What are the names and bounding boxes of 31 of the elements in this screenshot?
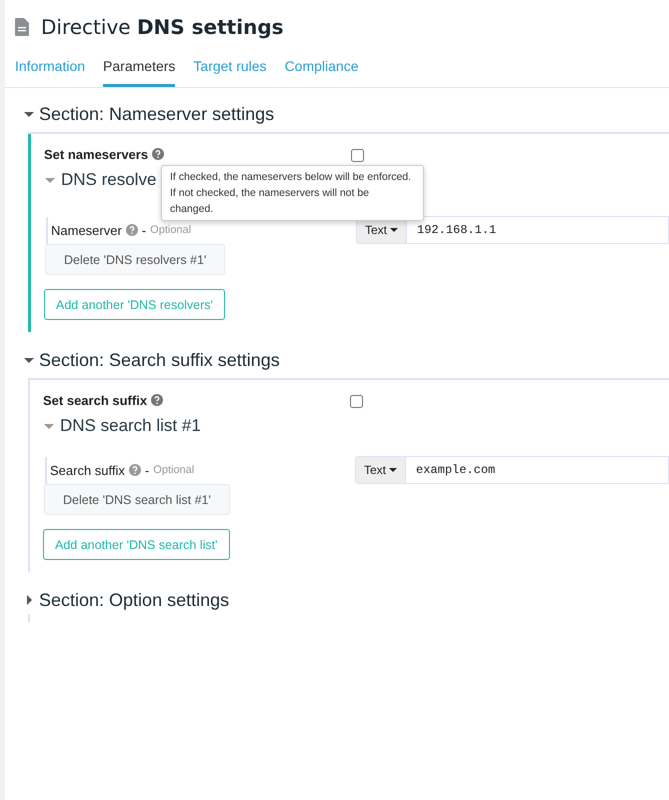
input-field[interactable]: example.com xyxy=(406,456,669,484)
field-label: Nameserver xyxy=(51,222,122,238)
field-label: Search suffix xyxy=(50,462,125,478)
document-icon xyxy=(15,18,29,36)
caret-down-icon[interactable] xyxy=(24,109,34,119)
caret-down-icon[interactable] xyxy=(24,355,34,365)
section-title[interactable]: Section: Search suffix settings xyxy=(39,350,280,370)
field-label: Set search suffix xyxy=(43,392,148,408)
help-icon[interactable] xyxy=(152,148,164,160)
caret-right-icon[interactable] xyxy=(24,595,34,605)
delete-button[interactable]: Delete 'DNS search list #1' xyxy=(44,484,230,515)
page-title: Directive DNS settings xyxy=(41,15,284,39)
delete-button[interactable]: Delete 'DNS resolvers #1' xyxy=(45,244,226,275)
section-title[interactable]: Section: Nameserver settings xyxy=(39,104,274,124)
type-dropdown[interactable]: Text xyxy=(355,456,406,484)
separator: - xyxy=(142,222,146,238)
group-title[interactable]: DNS resolve xyxy=(61,170,156,190)
checkbox[interactable] xyxy=(350,395,363,408)
checkbox[interactable] xyxy=(351,149,364,162)
optional-hint: Optional xyxy=(153,464,194,476)
section-title[interactable]: Section: Option settings xyxy=(39,590,230,610)
optional-hint: Optional xyxy=(150,224,192,236)
help-icon[interactable] xyxy=(126,224,138,236)
help-icon[interactable] xyxy=(128,464,141,476)
tab[interactable]: Parameters xyxy=(103,58,176,87)
group-title[interactable]: DNS search list #1 xyxy=(60,416,201,436)
tooltip: If checked, the nameservers below will be enforced. If not checked, the nameservers will not be changed. xyxy=(161,165,424,221)
separator: - xyxy=(144,462,150,478)
help-icon[interactable] xyxy=(151,394,164,406)
field-label: Set nameservers xyxy=(44,146,148,162)
input-field[interactable]: 192.168.1.1 xyxy=(407,216,669,244)
